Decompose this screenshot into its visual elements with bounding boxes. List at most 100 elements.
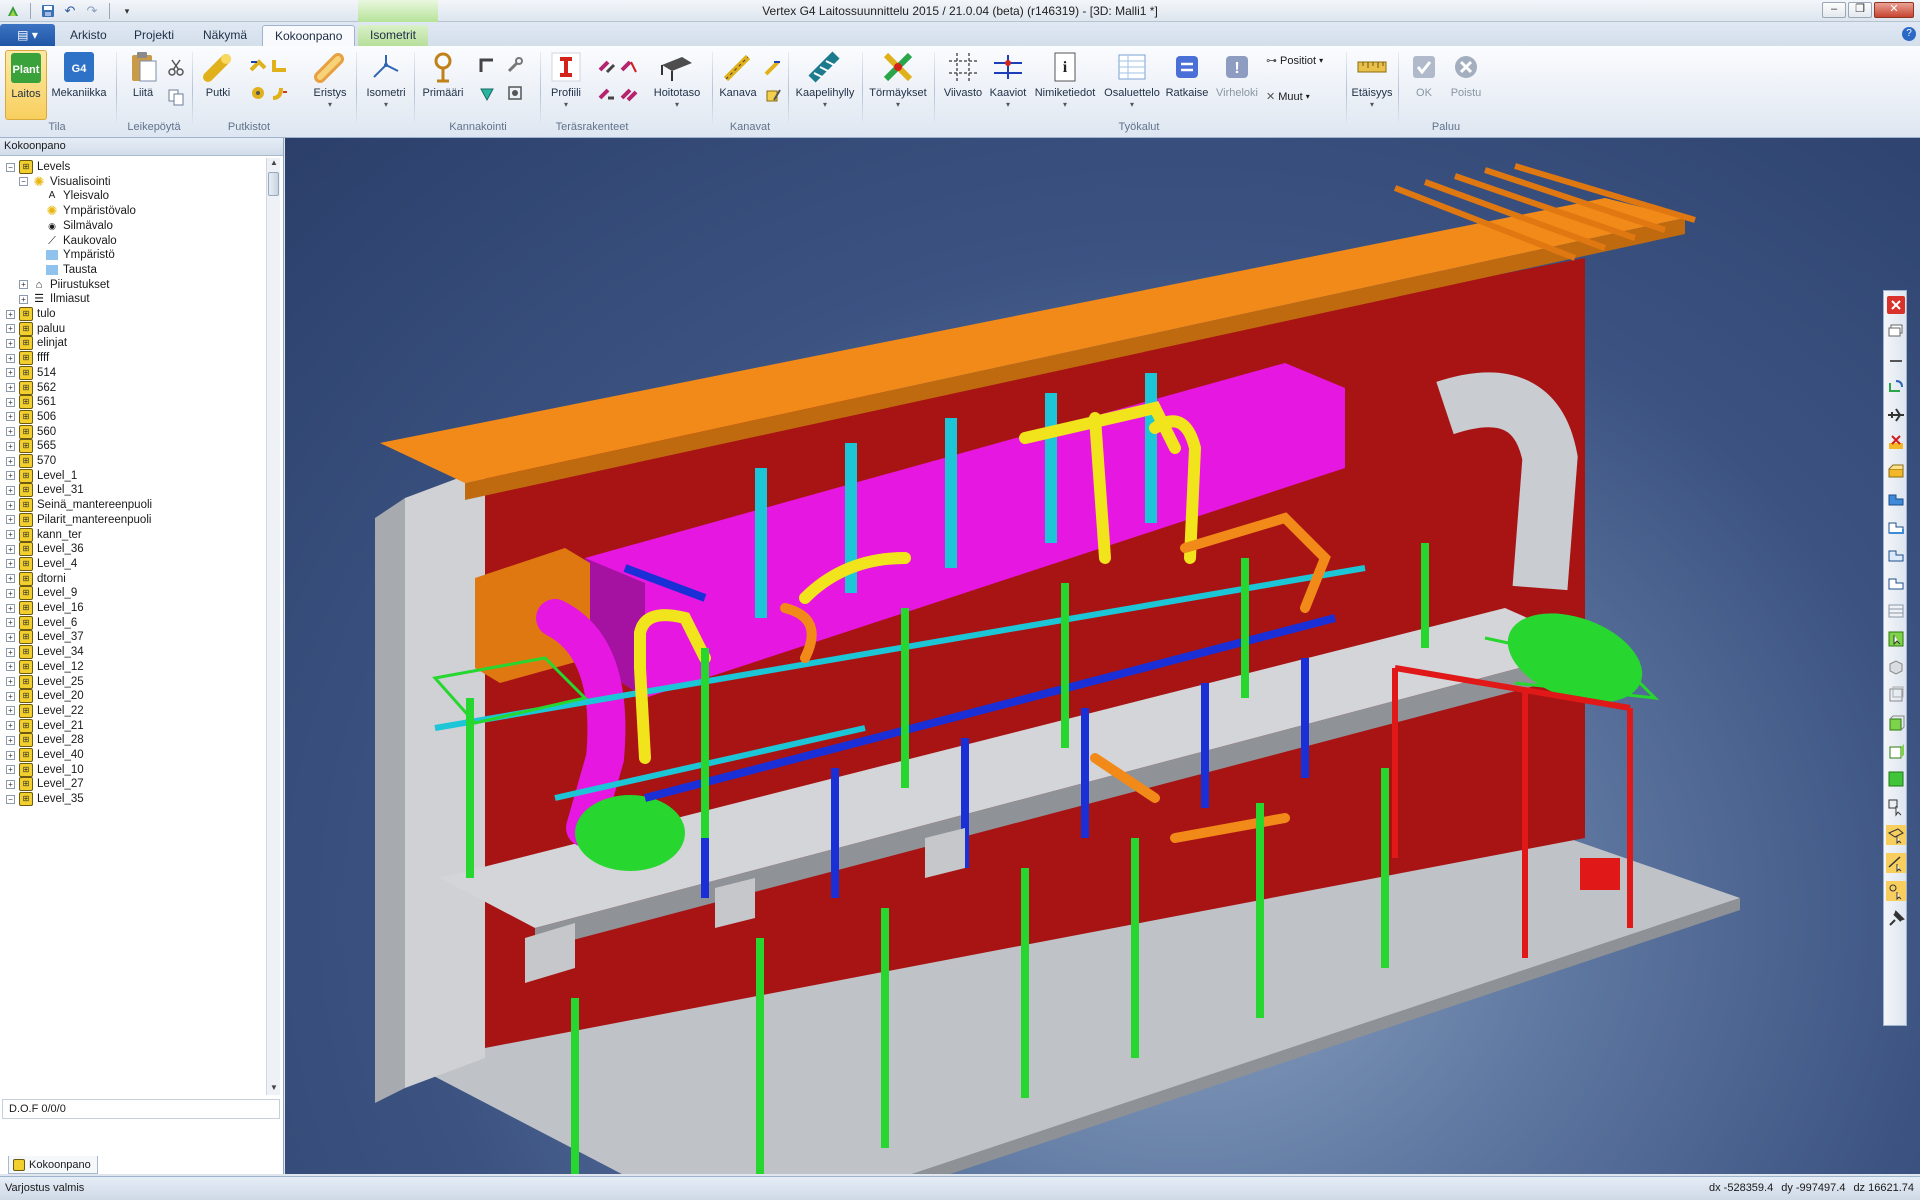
tab-isometrit[interactable]: Isometrit	[358, 25, 429, 46]
expand-toggle-icon[interactable]: +	[6, 765, 15, 775]
expand-toggle-icon[interactable]: +	[6, 632, 15, 642]
restore-button[interactable]: ❐	[1848, 2, 1872, 18]
expand-toggle-icon[interactable]: −	[6, 162, 15, 172]
expand-toggle-icon[interactable]: +	[6, 721, 15, 731]
view-right-icon[interactable]	[1886, 517, 1906, 537]
expand-toggle-icon[interactable]: +	[6, 338, 15, 348]
eristys-button[interactable]: Eristys ▾	[310, 50, 350, 120]
expand-toggle-icon[interactable]: +	[6, 383, 15, 392]
select-icon[interactable]	[1886, 629, 1906, 649]
expand-toggle-icon[interactable]: +	[6, 500, 15, 510]
pipe-bend-icon[interactable]	[271, 84, 289, 102]
beam-join-icon[interactable]	[620, 86, 638, 104]
duct-edit-icon[interactable]	[764, 86, 782, 104]
expand-toggle-icon[interactable]: +	[6, 544, 15, 554]
ok-button[interactable]: OK	[1406, 50, 1442, 120]
expand-toggle-icon[interactable]: +	[6, 750, 15, 760]
expand-toggle-icon[interactable]: +	[6, 456, 15, 466]
pointer-edge-icon[interactable]	[1886, 853, 1906, 873]
expand-toggle-icon[interactable]: +	[19, 280, 28, 290]
tree-scrollbar[interactable]: ▲ ▼	[266, 158, 280, 1095]
scroll-thumb[interactable]	[268, 172, 279, 196]
section-plane-icon[interactable]	[1886, 461, 1906, 481]
expand-toggle-icon[interactable]: +	[6, 515, 15, 525]
pointer-pick-icon[interactable]	[1886, 825, 1906, 845]
beam-cut-icon[interactable]	[620, 58, 638, 76]
tab-kokoonpano[interactable]: Kokoonpano	[262, 25, 356, 46]
close-button[interactable]: ✕	[1874, 2, 1914, 18]
wrench-icon[interactable]	[506, 56, 524, 74]
expand-toggle-icon[interactable]: +	[6, 412, 15, 422]
isometri-button[interactable]: Isometri ▾	[362, 50, 410, 120]
expand-toggle-icon[interactable]: +	[6, 309, 15, 319]
view-iso-icon[interactable]	[1886, 573, 1906, 593]
kaapelihylly-button[interactable]: Kaapelihylly ▾	[792, 50, 858, 120]
expand-toggle-icon[interactable]: +	[6, 662, 15, 672]
nimiketiedot-button[interactable]: i Nimiketiedot ▾	[1030, 50, 1100, 120]
expand-toggle-icon[interactable]: +	[6, 353, 15, 363]
tab-nakyma[interactable]: Näkymä	[191, 25, 259, 46]
expand-toggle-icon[interactable]: +	[6, 397, 15, 407]
help-icon[interactable]: ?	[1902, 27, 1916, 41]
scroll-up-icon[interactable]: ▲	[267, 158, 281, 170]
tab-projekti[interactable]: Projekti	[122, 25, 186, 46]
tree-item[interactable]: − ⊞ Level_35	[6, 790, 84, 808]
tormaykset-button[interactable]: Törmäykset ▾	[868, 50, 928, 120]
expand-toggle-icon[interactable]: +	[6, 441, 15, 451]
positiot-button[interactable]: ⊶ Positiot ▾	[1266, 54, 1323, 68]
kanava-button[interactable]: Kanava	[718, 50, 758, 120]
liita-button[interactable]: Liitä	[126, 50, 160, 120]
etaisyys-button[interactable]: Etäisyys ▾	[1350, 50, 1394, 120]
box-wire-icon[interactable]	[1886, 685, 1906, 705]
pin-icon[interactable]	[1886, 909, 1906, 929]
primaari-button[interactable]: Primääri	[420, 50, 466, 120]
expand-toggle-icon[interactable]: +	[6, 485, 15, 495]
hoitotaso-button[interactable]: Hoitotaso ▾	[648, 50, 706, 120]
cut-icon[interactable]	[167, 58, 185, 76]
rotate-view-icon[interactable]	[1886, 377, 1906, 397]
expand-toggle-icon[interactable]: +	[6, 691, 15, 701]
expand-toggle-icon[interactable]: +	[6, 427, 15, 437]
expand-toggle-icon[interactable]: −	[6, 794, 15, 804]
scroll-down-icon[interactable]: ▼	[267, 1083, 281, 1095]
pointer-select-icon[interactable]	[1886, 797, 1906, 817]
expand-toggle-icon[interactable]: +	[6, 706, 15, 716]
expand-toggle-icon[interactable]: −	[19, 177, 28, 187]
expand-toggle-icon[interactable]: +	[6, 647, 15, 657]
expand-toggle-icon[interactable]: +	[6, 735, 15, 745]
expand-toggle-icon[interactable]: +	[6, 588, 15, 598]
panel-tab-kokoonpano[interactable]: Kokoonpano	[8, 1156, 98, 1174]
box-green-solid-icon[interactable]	[1886, 769, 1906, 789]
clear-section-icon[interactable]	[1886, 433, 1906, 453]
tab-arkisto[interactable]: Arkisto	[58, 25, 119, 46]
pipe-fitting-icon[interactable]	[249, 56, 267, 74]
close-view-icon[interactable]	[1886, 295, 1906, 315]
copy-icon[interactable]	[167, 88, 185, 106]
clamp-icon[interactable]	[478, 84, 496, 102]
expand-toggle-icon[interactable]: +	[6, 618, 15, 628]
expand-toggle-icon[interactable]: +	[6, 574, 15, 584]
osaluettelo-button[interactable]: Osaluettelo ▾	[1100, 50, 1164, 120]
mekaniikka-button[interactable]: G4 Mekaniikka	[50, 50, 108, 120]
expand-toggle-icon[interactable]: +	[19, 294, 28, 304]
beam-connect-icon[interactable]	[598, 58, 616, 76]
3d-viewport[interactable]	[285, 138, 1920, 1174]
expand-toggle-icon[interactable]: +	[6, 530, 15, 539]
duct-fitting-icon[interactable]	[764, 58, 782, 76]
expand-toggle-icon[interactable]: +	[6, 471, 15, 481]
muut-button[interactable]: ✕ Muut ▾	[1266, 90, 1310, 104]
laitos-button[interactable]: Plant Laitos	[5, 50, 47, 120]
kaaviot-button[interactable]: Kaaviot ▾	[986, 50, 1030, 120]
pipe-valve-icon[interactable]	[249, 84, 267, 102]
view-list-icon[interactable]	[1886, 601, 1906, 621]
expand-toggle-icon[interactable]: +	[6, 779, 15, 789]
expand-toggle-icon[interactable]: +	[6, 603, 15, 613]
expand-toggle-icon[interactable]: +	[6, 559, 15, 569]
hanger-icon[interactable]	[478, 56, 496, 74]
profiili-button[interactable]: Profiili ▾	[546, 50, 586, 120]
box-green-front-icon[interactable]	[1886, 713, 1906, 733]
box-shaded-icon[interactable]	[1886, 657, 1906, 677]
box-green-side-icon[interactable]	[1886, 741, 1906, 761]
poistu-button[interactable]: Poistu	[1446, 50, 1486, 120]
viivasto-button[interactable]: Viivasto	[940, 50, 986, 120]
